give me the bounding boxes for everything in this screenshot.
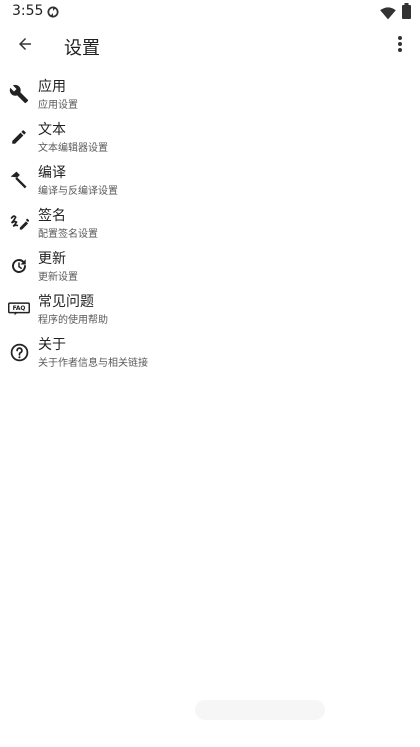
bottom-hint-bar — [195, 700, 325, 720]
arrow-back-icon — [16, 35, 34, 57]
settings-item-title: 关于 — [38, 337, 66, 353]
back-button[interactable] — [10, 32, 40, 60]
status-bar: 3:55 — [0, 0, 420, 24]
settings-item-title: 文本 — [38, 122, 66, 138]
status-time: 3:55 — [12, 3, 44, 19]
settings-item-subtitle: 应用设置 — [38, 100, 78, 111]
settings-item-subtitle: 配置签名设置 — [38, 229, 98, 240]
svg-text:FAQ: FAQ — [13, 306, 26, 312]
settings-item-subtitle: 程序的使用帮助 — [38, 315, 108, 326]
settings-item-subtitle: 更新设置 — [38, 272, 78, 283]
settings-item-text[interactable]: 文本 文本编辑器设置 — [0, 117, 420, 160]
settings-item-subtitle: 编译与反编译设置 — [38, 186, 118, 197]
signature-icon — [8, 212, 30, 234]
wifi-icon — [380, 5, 396, 24]
battery-icon — [402, 3, 411, 23]
settings-item-compile[interactable]: 编译 编译与反编译设置 — [0, 160, 420, 203]
sync-icon — [46, 4, 60, 23]
settings-item-about[interactable]: 关于 关于作者信息与相关链接 — [0, 332, 420, 375]
settings-item-signature[interactable]: 签名 配置签名设置 — [0, 203, 420, 246]
settings-item-app[interactable]: 应用 应用设置 — [0, 74, 420, 117]
app-bar: 设置 — [0, 24, 420, 68]
page-title: 设置 — [64, 38, 100, 59]
settings-item-update[interactable]: 更新 更新设置 — [0, 246, 420, 289]
more-vert-icon — [397, 35, 403, 57]
pencil-icon — [8, 126, 30, 148]
faq-icon: FAQ — [8, 298, 30, 320]
wrench-icon — [8, 83, 30, 105]
settings-item-title: 编译 — [38, 165, 66, 181]
settings-list: 应用 应用设置 文本 文本编辑器设置 编译 编译与反编译设置 签名 配置签名设置… — [0, 74, 420, 375]
more-options-button[interactable] — [388, 32, 412, 60]
settings-item-title: 签名 — [38, 208, 66, 224]
settings-item-title: 更新 — [38, 251, 66, 267]
update-icon — [8, 255, 30, 277]
settings-item-title: 应用 — [38, 79, 66, 95]
settings-item-subtitle: 关于作者信息与相关链接 — [38, 358, 148, 369]
hammer-icon — [8, 169, 30, 191]
settings-item-faq[interactable]: FAQ 常见问题 程序的使用帮助 — [0, 289, 420, 332]
help-circle-icon — [8, 341, 30, 363]
settings-item-subtitle: 文本编辑器设置 — [38, 143, 108, 154]
settings-item-title: 常见问题 — [38, 294, 94, 310]
